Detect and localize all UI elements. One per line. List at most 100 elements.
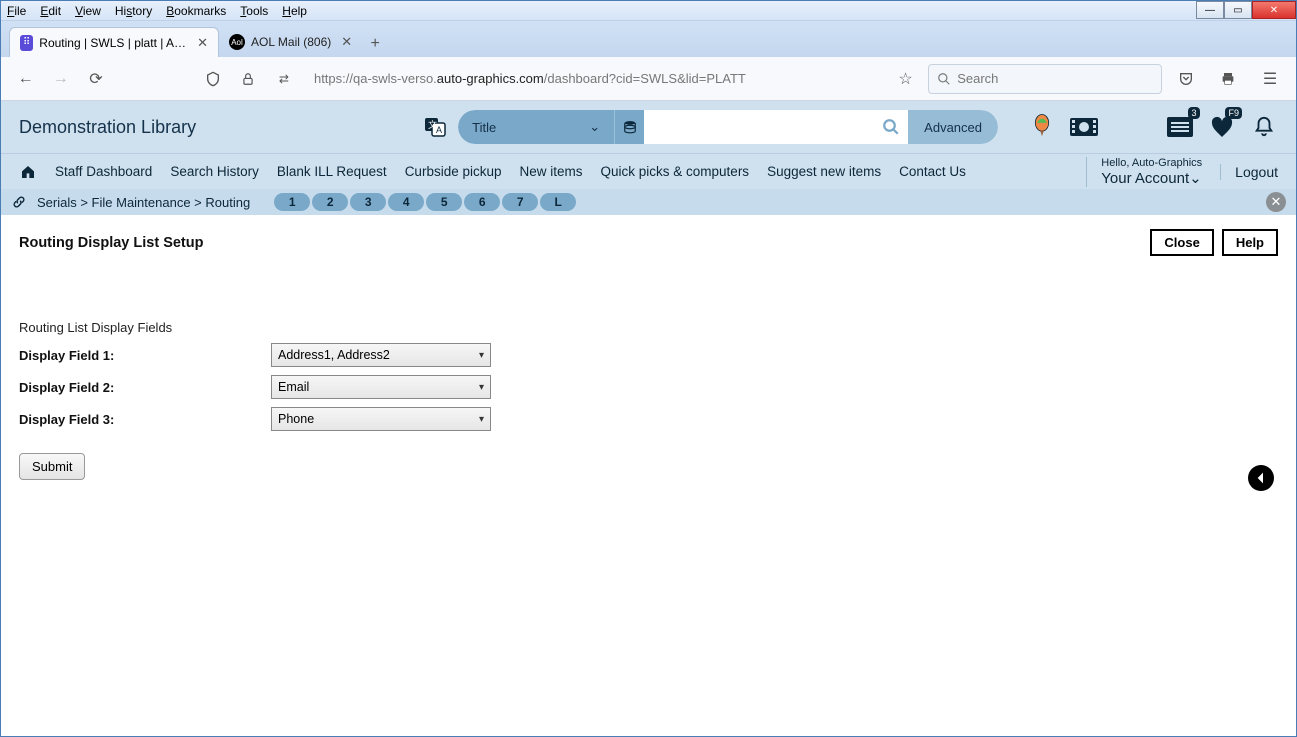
chevron-down-icon: ▾ bbox=[479, 350, 484, 361]
search-placeholder: Search bbox=[957, 71, 998, 86]
favorites-badge: F9 bbox=[1225, 107, 1242, 119]
app-header: Demonstration Library 文A Title ⌄ Advance… bbox=[1, 101, 1296, 153]
pocket-icon[interactable] bbox=[1172, 65, 1200, 93]
window-close[interactable]: ✕ bbox=[1252, 1, 1296, 19]
advanced-search-button[interactable]: Advanced bbox=[908, 110, 998, 144]
menu-view[interactable]: View bbox=[75, 4, 101, 18]
step-pill[interactable]: 6 bbox=[464, 193, 500, 211]
reload-button[interactable]: ⟳ bbox=[83, 65, 108, 93]
tab-title: Routing | SWLS | platt | Auto-Gr... bbox=[39, 36, 187, 50]
display-field-2-select[interactable]: Email ▾ bbox=[271, 375, 491, 399]
search-icon bbox=[937, 72, 951, 86]
language-icon[interactable]: 文A bbox=[422, 114, 448, 140]
browser-menubar: File Edit View History Bookmarks Tools H… bbox=[1, 1, 1296, 21]
favicon-icon: Aol bbox=[229, 34, 245, 50]
app-nav: Staff Dashboard Search History Blank ILL… bbox=[1, 153, 1296, 189]
nav-contact[interactable]: Contact Us bbox=[899, 164, 966, 179]
chevron-down-icon: ⌄ bbox=[1189, 170, 1202, 187]
browser-toolbar: ← → ⟳ ⇄ https://qa-swls-verso.auto-graph… bbox=[1, 57, 1296, 101]
url-suffix: /dashboard?cid=SWLS&lid=PLATT bbox=[544, 71, 746, 86]
nav-search-history[interactable]: Search History bbox=[170, 164, 259, 179]
step-pills: 1 2 3 4 5 6 7 L bbox=[274, 193, 576, 211]
window-maximize[interactable]: ▭ bbox=[1224, 1, 1252, 19]
tab-close-icon[interactable]: ✕ bbox=[341, 34, 352, 50]
field-label: Display Field 2: bbox=[19, 380, 271, 395]
nav-new-items[interactable]: New items bbox=[520, 164, 583, 179]
nav-suggest[interactable]: Suggest new items bbox=[767, 164, 881, 179]
breadcrumb[interactable]: Serials > File Maintenance > Routing bbox=[37, 195, 250, 210]
step-pill[interactable]: 4 bbox=[388, 193, 424, 211]
step-pill[interactable]: 5 bbox=[426, 193, 462, 211]
field-label: Display Field 1: bbox=[19, 348, 271, 363]
favorites-icon[interactable]: F9 bbox=[1208, 113, 1236, 141]
display-field-1-select[interactable]: Address1, Address2 ▾ bbox=[271, 343, 491, 367]
logout-link[interactable]: Logout bbox=[1220, 164, 1278, 180]
close-button[interactable]: Close bbox=[1150, 229, 1213, 256]
step-pill[interactable]: 7 bbox=[502, 193, 538, 211]
new-tab-button[interactable]: + bbox=[362, 31, 388, 57]
print-icon[interactable] bbox=[1214, 65, 1242, 93]
chevron-down-icon: ▾ bbox=[479, 414, 484, 425]
nav-curbside[interactable]: Curbside pickup bbox=[405, 164, 502, 179]
step-pill[interactable]: L bbox=[540, 193, 576, 211]
url-domain: auto-graphics.com bbox=[437, 71, 544, 86]
catalog-search: Title ⌄ Advanced bbox=[458, 110, 998, 144]
url-bar[interactable]: https://qa-swls-verso.auto-graphics.com/… bbox=[306, 64, 883, 94]
permissions-icon[interactable]: ⇄ bbox=[271, 65, 296, 93]
nav-blank-ill[interactable]: Blank ILL Request bbox=[277, 164, 387, 179]
chevron-down-icon: ▾ bbox=[479, 382, 484, 393]
account-label: Your Account bbox=[1101, 170, 1189, 187]
page-title: Routing Display List Setup bbox=[19, 235, 203, 251]
window-minimize[interactable]: — bbox=[1196, 1, 1224, 19]
forward-button[interactable]: → bbox=[48, 65, 73, 93]
catalog-search-input[interactable] bbox=[644, 110, 874, 144]
menu-history[interactable]: History bbox=[115, 4, 152, 18]
bell-icon[interactable] bbox=[1250, 113, 1278, 141]
shield-icon[interactable] bbox=[200, 65, 225, 93]
field-label: Display Field 3: bbox=[19, 412, 271, 427]
browser-tab-active[interactable]: ⠿ Routing | SWLS | platt | Auto-Gr... ✕ bbox=[9, 27, 219, 57]
bookmark-star-icon[interactable]: ☆ bbox=[893, 65, 918, 93]
select-value: Address1, Address2 bbox=[278, 348, 390, 362]
greeting: Hello, Auto-Graphics bbox=[1101, 157, 1202, 169]
step-pill[interactable]: 3 bbox=[350, 193, 386, 211]
lists-icon[interactable]: 3 bbox=[1166, 113, 1194, 141]
browser-search[interactable]: Search bbox=[928, 64, 1162, 94]
step-pill[interactable]: 2 bbox=[312, 193, 348, 211]
balloon-icon[interactable] bbox=[1028, 113, 1056, 141]
select-value: Phone bbox=[278, 412, 314, 426]
search-type-dropdown[interactable]: Title ⌄ bbox=[458, 110, 614, 144]
search-type-label: Title bbox=[472, 120, 496, 135]
back-circle-button[interactable] bbox=[1248, 465, 1274, 491]
film-icon[interactable] bbox=[1070, 113, 1098, 141]
home-icon[interactable] bbox=[19, 164, 37, 180]
url-prefix: https://qa-swls-verso. bbox=[314, 71, 437, 86]
account-menu[interactable]: Hello, Auto-Graphics Your Account⌄ bbox=[1086, 157, 1202, 187]
menu-file[interactable]: File bbox=[7, 4, 26, 18]
nav-quick-picks[interactable]: Quick picks & computers bbox=[601, 164, 750, 179]
lock-icon[interactable] bbox=[236, 65, 261, 93]
step-pill[interactable]: 1 bbox=[274, 193, 310, 211]
chain-icon bbox=[11, 195, 27, 209]
hamburger-menu-icon[interactable]: ☰ bbox=[1256, 65, 1284, 93]
menu-bookmarks[interactable]: Bookmarks bbox=[166, 4, 226, 18]
nav-staff-dashboard[interactable]: Staff Dashboard bbox=[55, 164, 152, 179]
menu-tools[interactable]: Tools bbox=[240, 4, 268, 18]
menu-help[interactable]: Help bbox=[282, 4, 307, 18]
lists-badge: 3 bbox=[1188, 107, 1200, 119]
page-content: Routing Display List Setup Close Help Ro… bbox=[1, 215, 1296, 494]
catalog-search-button[interactable] bbox=[874, 110, 908, 144]
back-button[interactable]: ← bbox=[13, 65, 38, 93]
close-icon[interactable]: ✕ bbox=[1266, 192, 1286, 212]
help-button[interactable]: Help bbox=[1222, 229, 1278, 256]
browser-tab-inactive[interactable]: Aol AOL Mail (806) ✕ bbox=[219, 27, 362, 57]
breadcrumb-row: Serials > File Maintenance > Routing 1 2… bbox=[1, 189, 1296, 215]
section-label: Routing List Display Fields bbox=[19, 320, 1278, 335]
database-icon[interactable] bbox=[614, 110, 644, 144]
library-name: Demonstration Library bbox=[19, 117, 196, 138]
display-field-3-select[interactable]: Phone ▾ bbox=[271, 407, 491, 431]
browser-tabbar: ⠿ Routing | SWLS | platt | Auto-Gr... ✕ … bbox=[1, 21, 1296, 57]
tab-close-icon[interactable]: ✕ bbox=[197, 35, 208, 51]
menu-edit[interactable]: Edit bbox=[40, 4, 61, 18]
submit-button[interactable]: Submit bbox=[19, 453, 85, 480]
